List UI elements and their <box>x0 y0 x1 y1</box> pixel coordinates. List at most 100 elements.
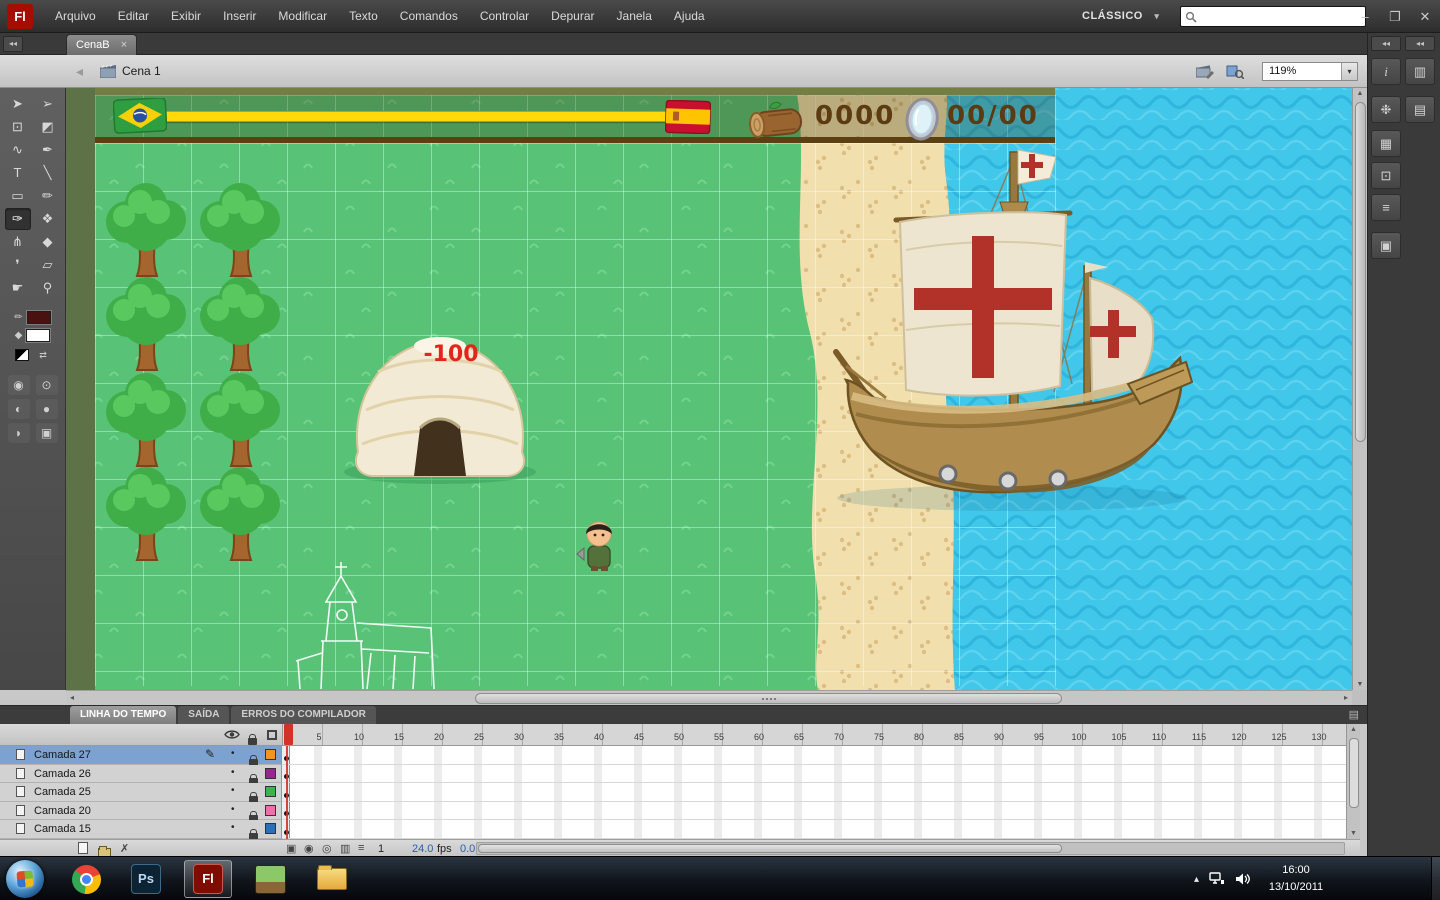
menu-item-inserir[interactable]: Inserir <box>212 0 267 33</box>
menu-item-comandos[interactable]: Comandos <box>389 0 469 33</box>
library-panel-icon[interactable]: ▥ <box>1405 58 1435 85</box>
frame-rate-value[interactable]: 24.0 <box>412 843 433 855</box>
menu-item-exibir[interactable]: Exibir <box>160 0 212 33</box>
layer-outline-color[interactable] <box>265 786 276 797</box>
fill-color-swatch[interactable] <box>26 329 50 342</box>
modify-markers-button[interactable]: ≡ <box>358 842 364 854</box>
layer-outline-color[interactable] <box>265 823 276 834</box>
layer-outline-color[interactable] <box>265 749 276 760</box>
bone-tool[interactable]: ⋔ <box>5 231 31 253</box>
deco-tool[interactable]: ❖ <box>35 208 61 230</box>
stage-hscroll-thumb[interactable] <box>475 693 1062 704</box>
tree-sprites[interactable] <box>106 183 280 560</box>
onion-skin-button[interactable]: ◉ <box>304 842 314 855</box>
expand-panels-icon-2[interactable]: ◂◂ <box>1405 36 1435 51</box>
menu-item-depurar[interactable]: Depurar <box>540 0 605 33</box>
new-layer-button[interactable] <box>78 842 88 854</box>
scroll-right-icon[interactable]: ▸ <box>1344 693 1348 702</box>
stroke-color-swatch[interactable] <box>27 311 51 324</box>
pencil-tool[interactable]: ✏ <box>35 185 61 207</box>
properties-panel-icon[interactable]: i <box>1371 58 1401 85</box>
menu-item-texto[interactable]: Texto <box>338 0 389 33</box>
maximize-icon[interactable]: ❐ <box>1386 9 1404 25</box>
menu-item-arquivo[interactable]: Arquivo <box>44 0 107 33</box>
layer-outline-color[interactable] <box>265 768 276 779</box>
edit-scene-icon[interactable] <box>1196 64 1214 79</box>
align-panel-icon[interactable]: ≡ <box>1371 194 1401 221</box>
layer-visibility-dot[interactable]: • <box>231 804 235 815</box>
layer-row[interactable]: Camada 15• <box>0 820 1346 839</box>
paint-bucket-tool[interactable]: ◆ <box>35 231 61 253</box>
tab-linha-do-tempo[interactable]: LINHA DO TEMPO <box>70 706 176 724</box>
tab-saida[interactable]: SAÍDA <box>178 706 229 724</box>
outline-layers-icon[interactable] <box>267 730 277 740</box>
selection-tool[interactable]: ➤ <box>5 93 31 115</box>
taskbar-item-flash[interactable]: Fl <box>184 860 232 898</box>
menu-item-editar[interactable]: Editar <box>107 0 160 33</box>
document-tab[interactable]: CenaB × <box>66 34 137 55</box>
search-box[interactable] <box>1180 6 1366 27</box>
menu-item-modificar[interactable]: Modificar <box>267 0 338 33</box>
motion-presets-panel-icon[interactable]: ▤ <box>1405 96 1435 123</box>
layer-visibility-dot[interactable]: • <box>231 748 235 759</box>
layer-row[interactable]: Camada 26• <box>0 765 1346 784</box>
swap-colors-button[interactable]: ⇄ <box>36 349 50 361</box>
pen-tool[interactable]: ✒ <box>35 139 61 161</box>
tl-vscroll-thumb[interactable] <box>1349 738 1359 808</box>
eyedropper-tool[interactable]: ❜ <box>5 254 31 276</box>
taskbar-item-photoshop[interactable]: Ps <box>122 860 170 898</box>
rectangle-tool[interactable]: ▭ <box>5 185 31 207</box>
free-transform-tool[interactable]: ⊡ <box>5 116 31 138</box>
tl-hscroll-thumb[interactable] <box>478 844 1062 853</box>
minimize-icon[interactable]: – <box>1356 9 1374 24</box>
show-desktop-button[interactable] <box>1431 857 1440 900</box>
stage-vscroll-thumb[interactable] <box>1355 102 1366 442</box>
edit-symbol-icon[interactable] <box>1226 64 1244 79</box>
speaker-icon[interactable] <box>1235 872 1250 886</box>
scroll-down-icon[interactable]: ▼ <box>1353 681 1367 688</box>
workspace-switcher[interactable]: CLÁSSICO ▾ <box>1082 0 1159 33</box>
timeline-horizontal-scrollbar[interactable] <box>476 842 1345 855</box>
brush-tool[interactable]: ✑ <box>5 208 31 230</box>
snap-to-objects-icon[interactable]: ◉ <box>8 375 30 395</box>
playhead[interactable] <box>284 724 293 745</box>
frame-ruler[interactable]: 5101520253035404550556065707580859095100… <box>282 724 1346 746</box>
lasso-tool[interactable]: ∿ <box>5 139 31 161</box>
center-frame-button[interactable]: ▣ <box>286 842 296 855</box>
delete-layer-button[interactable]: ✗ <box>120 842 129 855</box>
church-sketch-sprite[interactable] <box>296 562 434 689</box>
tl-scroll-up-icon[interactable]: ▲ <box>1347 726 1360 733</box>
taskbar-item-game[interactable] <box>246 860 294 898</box>
zoom-control[interactable]: 119% ▾ <box>1262 62 1358 81</box>
layer-row[interactable]: Camada 25• <box>0 783 1346 802</box>
scroll-left-icon[interactable]: ◂ <box>70 693 74 702</box>
panel-menu-icon[interactable]: ▤ <box>1349 708 1359 721</box>
brush-shape-icon[interactable]: ◗ <box>8 423 30 443</box>
hand-tool[interactable]: ☛ <box>5 277 31 299</box>
layer-row-header[interactable]: Camada 20• <box>0 802 282 821</box>
layer-frames[interactable] <box>282 746 1346 765</box>
brush-size-icon[interactable]: ● <box>36 399 58 419</box>
zoom-tool[interactable]: ⚲ <box>35 277 61 299</box>
layer-visibility-dot[interactable]: • <box>231 822 235 833</box>
layer-visibility-dot[interactable]: • <box>231 767 235 778</box>
line-tool[interactable]: ╲ <box>35 162 61 184</box>
object-drawing-icon[interactable]: ⊙ <box>36 375 58 395</box>
app-logo[interactable]: Fl <box>7 4 33 29</box>
layer-row-header[interactable]: Camada 27✎• <box>0 746 282 765</box>
layer-row-header[interactable]: Camada 25• <box>0 783 282 802</box>
stage-vertical-scrollbar[interactable]: ▲ ▼ <box>1352 88 1367 690</box>
library-preview-panel-icon[interactable]: ▣ <box>1371 232 1401 259</box>
menu-item-ajuda[interactable]: Ajuda <box>663 0 716 33</box>
tab-erros-do-compilador[interactable]: ERROS DO COMPILADOR <box>231 706 375 724</box>
taskbar-clock[interactable]: 16:00 13/10/2011 <box>1260 862 1332 896</box>
subselection-tool[interactable]: ➢ <box>35 93 61 115</box>
lock-fill-icon[interactable]: ▣ <box>36 423 58 443</box>
black-white-button[interactable] <box>15 349 29 361</box>
close-icon[interactable]: ✕ <box>1416 9 1434 25</box>
tl-scroll-down-icon[interactable]: ▼ <box>1347 830 1360 837</box>
scroll-up-icon[interactable]: ▲ <box>1353 90 1367 97</box>
back-icon[interactable]: ◂ <box>76 63 83 80</box>
eraser-tool[interactable]: ▱ <box>35 254 61 276</box>
layer-frames[interactable] <box>282 802 1346 821</box>
